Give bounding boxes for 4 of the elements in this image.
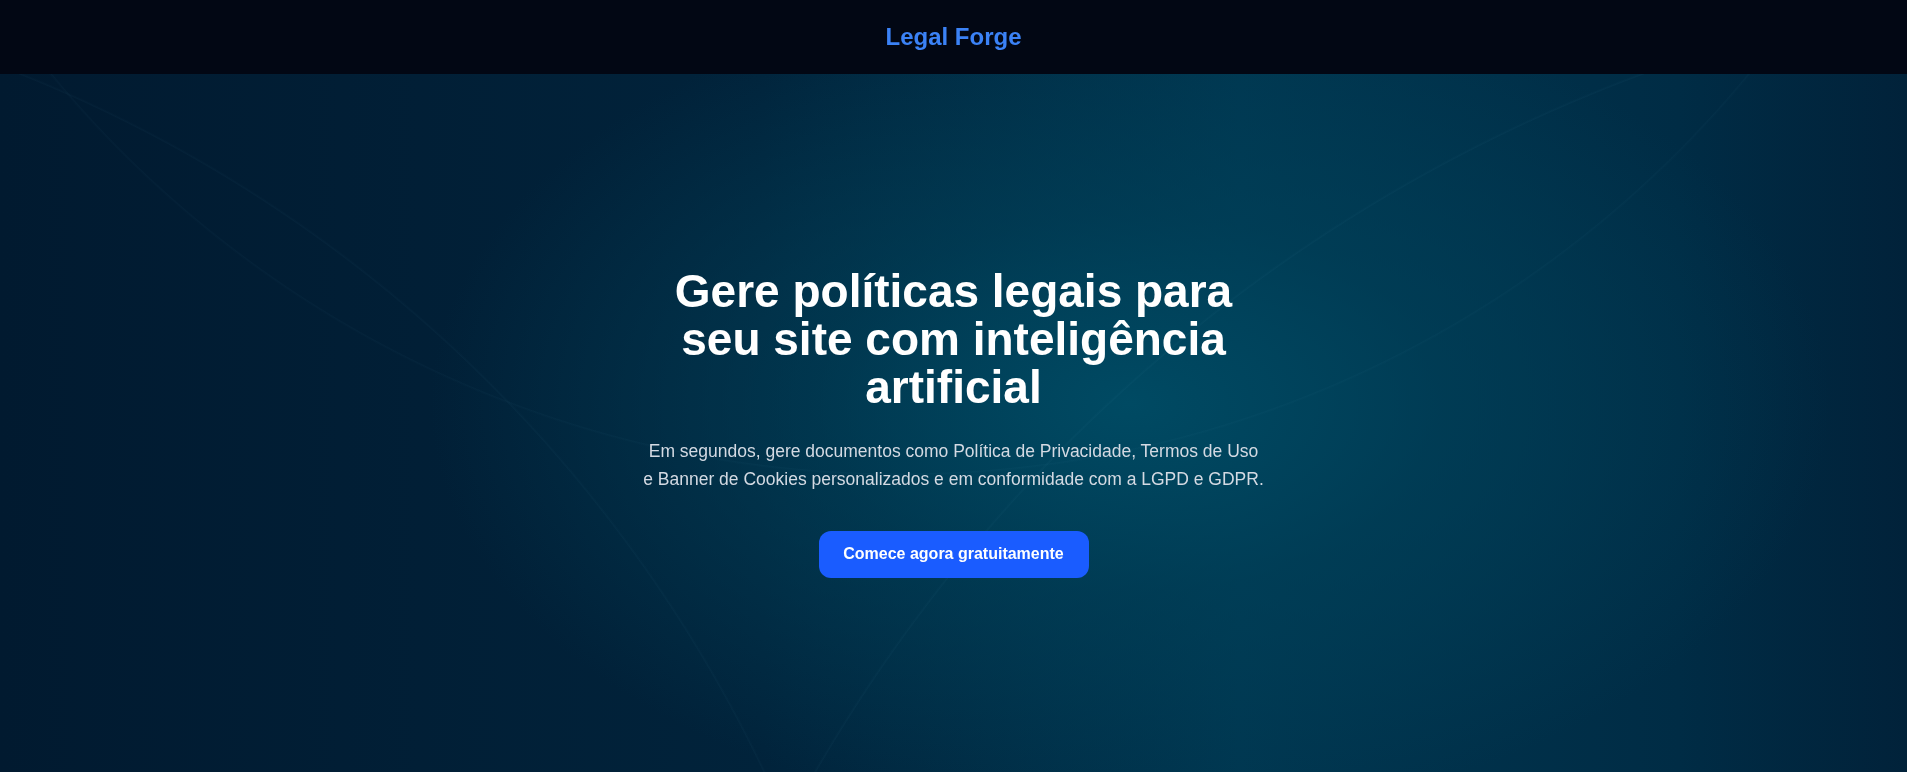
cta-button[interactable]: Comece agora gratuitamente [818,530,1089,578]
hero-subtitle: Em segundos, gere documentos como Política de Privacidade, Termos de Uso e Banner de Cookies personalizados e em conformidade com a LGPD e GDPR. [642,439,1265,491]
brand-logo[interactable]: Legal Forge [885,23,1022,51]
hero-heading: Gere políticas legais para seu site com inteligência artificial [673,266,1234,411]
